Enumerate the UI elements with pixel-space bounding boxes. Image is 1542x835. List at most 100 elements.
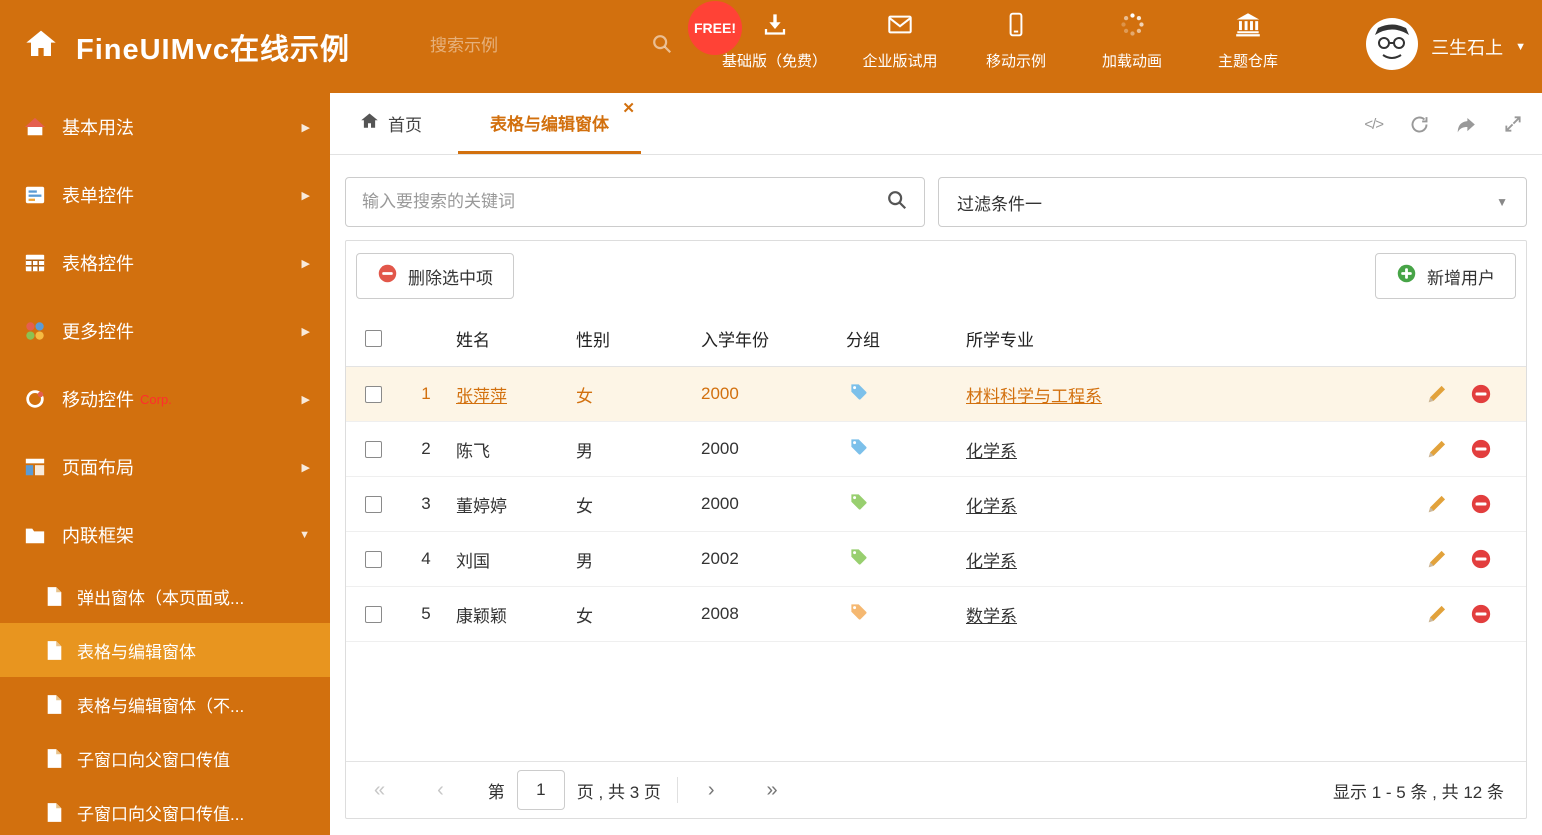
sidebar-item-basic-usage[interactable]: 基本用法 ▶ (0, 93, 330, 161)
row-checkbox[interactable] (365, 440, 382, 458)
student-year: 2000 (701, 494, 739, 513)
tab-toolbar: </> (1364, 93, 1523, 155)
chevron-right-icon: ▶ (301, 257, 310, 270)
student-gender: 女 (576, 496, 593, 516)
header-search-input[interactable] (430, 36, 651, 56)
row-checkbox[interactable] (365, 605, 382, 623)
add-user-button[interactable]: 新增用户 (1375, 253, 1516, 299)
page-prefix: 第 (487, 782, 505, 802)
page-number-input[interactable] (516, 770, 565, 810)
expand-icon[interactable] (1503, 114, 1523, 134)
sidebar-item-page-layout[interactable]: 页面布局 ▶ (0, 433, 330, 501)
prev-page-button[interactable]: ‹ (437, 780, 444, 800)
first-page-button[interactable]: « (374, 780, 385, 800)
app-title: FineUIMvc在线示例 (76, 33, 351, 66)
filter-dropdown[interactable]: 过滤条件一 ▼ (938, 177, 1527, 227)
sidebar-item-form-controls[interactable]: 表单控件 ▶ (0, 161, 330, 229)
student-year: 2000 (701, 439, 739, 458)
plus-circle-icon (1396, 263, 1417, 289)
table-row[interactable]: 4 刘国 男 2002 化学系 (346, 532, 1526, 587)
delete-row-icon[interactable] (1470, 438, 1492, 460)
sidebar-subitem-label: 子窗口向父窗口传值 (77, 750, 230, 770)
search-icon[interactable] (886, 189, 908, 216)
next-page-button[interactable]: › (708, 780, 715, 800)
sidebar-subitem-child-to-parent[interactable]: 子窗口向父窗口传值 (0, 731, 330, 785)
grid-panel: 删除选中项 新增用户 姓名 性别 入学年份 分组 所学专业 1 张萍萍 女 20… (345, 240, 1527, 819)
close-icon[interactable]: ✕ (622, 101, 635, 116)
nav-label: 基础版（免费） (722, 53, 828, 70)
row-number: 1 (421, 384, 431, 403)
major-link[interactable]: 化学系 (966, 442, 1017, 461)
chevron-down-icon: ▼ (1496, 195, 1508, 209)
delete-row-icon[interactable] (1470, 383, 1492, 405)
user-menu[interactable]: 三生石上 ▼ (1365, 0, 1526, 93)
tab-grid-edit-window[interactable]: 表格与编辑窗体 ✕ (458, 93, 641, 154)
app-logo[interactable]: FineUIMvc在线示例 (24, 0, 350, 93)
major-link[interactable]: 数学系 (966, 607, 1017, 626)
tag-icon (841, 492, 961, 516)
source-code-icon[interactable]: </> (1364, 116, 1384, 133)
search-icon[interactable] (651, 33, 673, 60)
nav-label: 企业版试用 (862, 53, 938, 70)
sidebar-subitem-popup-window[interactable]: 弹出窗体（本页面或... (0, 569, 330, 623)
column-header-major[interactable]: 所学专业 (961, 326, 1416, 351)
row-number: 5 (421, 604, 431, 623)
student-year: 2008 (701, 604, 739, 623)
sidebar-subitem-child-to-parent-2[interactable]: 子窗口向父窗口传值... (0, 785, 330, 835)
column-header-group[interactable]: 分组 (841, 326, 961, 351)
home-icon (24, 28, 58, 65)
chevron-right-icon: ▶ (301, 121, 310, 134)
file-icon (46, 640, 63, 661)
edit-icon[interactable] (1426, 603, 1448, 625)
table-row[interactable]: 3 董婷婷 女 2000 化学系 (346, 477, 1526, 532)
edit-icon[interactable] (1426, 383, 1448, 405)
select-all-checkbox[interactable] (365, 330, 382, 347)
tag-icon (841, 547, 961, 571)
nav-enterprise-trial[interactable]: 企业版试用 (857, 11, 943, 71)
nav-mobile-demo[interactable]: 移动示例 (973, 11, 1059, 71)
major-link[interactable]: 化学系 (966, 497, 1017, 516)
major-link[interactable]: 材料科学与工程系 (966, 387, 1102, 406)
table-icon (24, 252, 46, 274)
table-row[interactable]: 2 陈飞 男 2000 化学系 (346, 422, 1526, 477)
share-icon[interactable] (1456, 114, 1477, 135)
student-name[interactable]: 张萍萍 (456, 387, 507, 406)
tab-home[interactable]: 首页 (360, 93, 422, 154)
delete-row-icon[interactable] (1470, 548, 1492, 570)
delete-selected-button[interactable]: 删除选中项 (356, 253, 514, 299)
column-header-year[interactable]: 入学年份 (696, 326, 841, 351)
table-row[interactable]: 5 康颖颖 女 2008 数学系 (346, 587, 1526, 642)
sidebar-item-more-controls[interactable]: 更多控件 ▶ (0, 297, 330, 365)
keyword-search-input[interactable] (362, 192, 886, 212)
nav-loading-anim[interactable]: 加载动画 (1089, 11, 1175, 71)
sidebar-subitem-grid-edit-window-2[interactable]: 表格与编辑窗体（不... (0, 677, 330, 731)
row-checkbox[interactable] (365, 385, 382, 403)
sidebar-item-mobile-controls[interactable]: 移动控件 Corp. ▶ (0, 365, 330, 433)
delete-row-icon[interactable] (1470, 603, 1492, 625)
table-row[interactable]: 1 张萍萍 女 2000 材料科学与工程系 (346, 367, 1526, 422)
tag-icon (841, 437, 961, 461)
row-checkbox[interactable] (365, 495, 382, 513)
button-label: 新增用户 (1427, 268, 1495, 288)
major-link[interactable]: 化学系 (966, 552, 1017, 571)
nav-theme-repo[interactable]: 主题仓库 (1205, 11, 1291, 71)
student-name: 陈飞 (456, 441, 490, 461)
corp-badge: Corp. (140, 391, 172, 407)
sidebar-subitem-label: 子窗口向父窗口传值... (77, 804, 245, 824)
column-header-name[interactable]: 姓名 (451, 326, 571, 351)
last-page-button[interactable]: » (767, 780, 778, 800)
refresh-icon[interactable] (1409, 114, 1430, 135)
edit-icon[interactable] (1426, 438, 1448, 460)
tag-icon (841, 382, 961, 406)
sidebar-item-iframe[interactable]: 内联框架 ▼ (0, 501, 330, 569)
chevron-right-icon: ▶ (301, 189, 310, 202)
column-header-gender[interactable]: 性别 (571, 326, 696, 351)
row-checkbox[interactable] (365, 550, 382, 568)
edit-icon[interactable] (1426, 548, 1448, 570)
edit-icon[interactable] (1426, 493, 1448, 515)
delete-row-icon[interactable] (1470, 493, 1492, 515)
sidebar-item-grid-controls[interactable]: 表格控件 ▶ (0, 229, 330, 297)
student-name: 董婷婷 (456, 496, 507, 516)
pagination-bar: « ‹ 第 页 , 共 3 页 › » 显示 1 - 5 条 , 共 12 条 (346, 761, 1526, 818)
sidebar-subitem-grid-edit-window[interactable]: 表格与编辑窗体 (0, 623, 330, 677)
